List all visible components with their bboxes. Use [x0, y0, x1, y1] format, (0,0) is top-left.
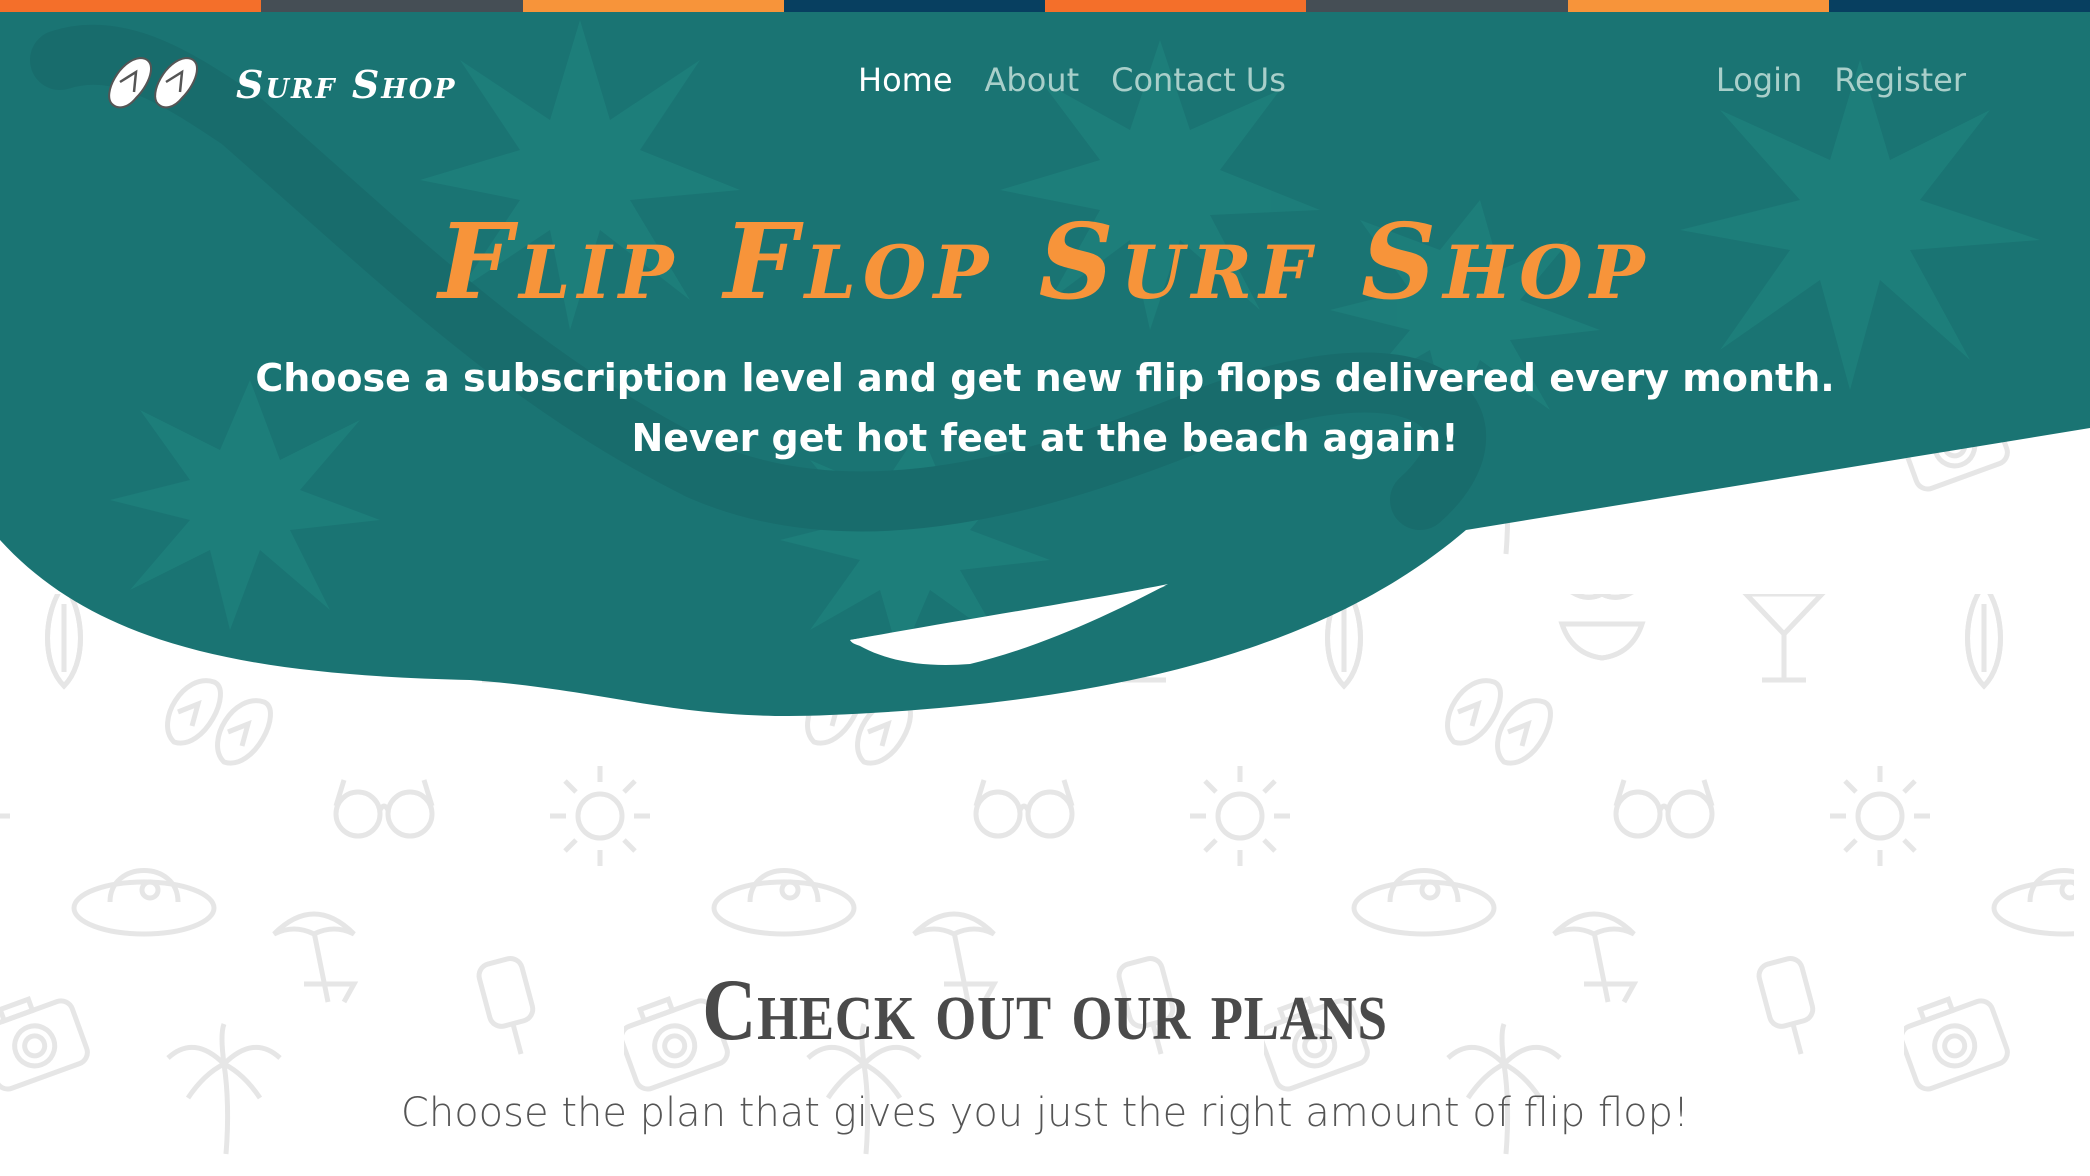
color-bar-segment — [0, 0, 262, 12]
hero-subtitle: Choose a subscription level and get new … — [0, 348, 2090, 468]
nav-links: Home About Contact Us — [858, 61, 1286, 99]
top-color-bar — [0, 0, 2090, 12]
nav-link-contact[interactable]: Contact Us — [1111, 61, 1286, 99]
plans-heading: Check out our plans — [702, 962, 1388, 1059]
plans-subheading: Choose the plan that gives you just the … — [400, 1090, 1690, 1136]
nav-link-home[interactable]: Home — [858, 61, 953, 99]
brand-logo[interactable]: Surf Shop — [106, 52, 457, 116]
color-bar-segment — [1567, 0, 1829, 12]
register-link[interactable]: Register — [1834, 61, 1966, 99]
color-bar-segment — [1306, 0, 1568, 12]
main-nav: Surf Shop Home About Contact Us Login Re… — [0, 12, 2090, 132]
hero-subtitle-line-2: Never get hot feet at the beach again! — [631, 416, 1459, 460]
color-bar-segment — [522, 0, 784, 12]
color-bar-segment — [783, 0, 1045, 12]
flip-flops-icon — [108, 56, 199, 109]
hero-subtitle-line-1: Choose a subscription level and get new … — [255, 356, 1835, 400]
hero-title: Flip Flop Surf Shop — [438, 200, 1652, 323]
nav-link-about[interactable]: About — [985, 61, 1080, 99]
auth-links: Login Register — [1716, 61, 1966, 99]
color-bar-segment — [1828, 0, 2090, 12]
login-link[interactable]: Login — [1716, 61, 1802, 99]
brand-name: Surf Shop — [236, 61, 457, 107]
color-bar-segment — [261, 0, 523, 12]
color-bar-segment — [1045, 0, 1307, 12]
